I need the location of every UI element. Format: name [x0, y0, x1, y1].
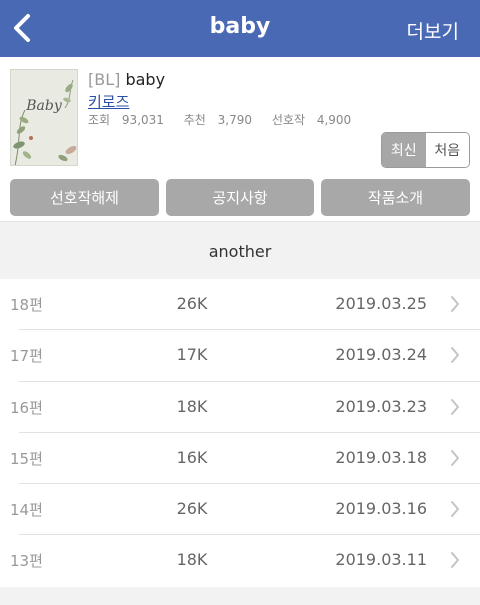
chevron-right-icon	[451, 501, 459, 518]
unfavorite-button[interactable]: 선호작해제	[10, 179, 159, 216]
episode-row[interactable]: 13편 18K 2019.03.11	[0, 535, 480, 586]
views-stat: 조회 93,031	[88, 113, 164, 127]
episode-row[interactable]: 16편 18K 2019.03.23	[0, 382, 480, 433]
book-title: baby	[125, 70, 166, 89]
episode-date: 2019.03.25	[335, 294, 427, 313]
episode-date: 2019.03.18	[335, 447, 427, 467]
episode-size: 17K	[176, 345, 208, 365]
episode-row[interactable]: 18편 26K 2019.03.25	[0, 279, 480, 331]
episode-date: 2019.03.23	[335, 396, 427, 416]
cover-title: Baby	[26, 98, 62, 114]
intro-button[interactable]: 작품소개	[321, 179, 470, 216]
episode-row[interactable]: 14편 26K 2019.03.16	[0, 484, 480, 536]
section-header: another	[0, 223, 480, 279]
chevron-right-icon	[451, 398, 459, 415]
episode-size: 18K	[176, 550, 208, 570]
episode-row[interactable]: 15편 16K 2019.03.18	[0, 433, 480, 485]
sort-latest-button[interactable]: 최신	[382, 133, 426, 167]
episode-number: 16편	[10, 398, 43, 417]
chevron-right-icon	[451, 449, 459, 466]
notice-button[interactable]: 공지사항	[166, 179, 314, 216]
more-button[interactable]: 더보기	[407, 17, 459, 44]
chevron-right-icon	[451, 296, 459, 312]
top-navigation-bar: baby 더보기	[0, 0, 480, 57]
sort-first-button[interactable]: 처음	[425, 133, 469, 167]
episode-date: 2019.03.11	[335, 550, 427, 570]
genre-tag: [BL]	[88, 70, 121, 89]
book-cover: Baby	[10, 69, 78, 166]
author-link[interactable]: 키로즈	[88, 91, 129, 112]
chevron-right-icon	[451, 552, 459, 569]
episode-list: 18편 26K 2019.03.25 17편 17K 2019.03.24 16…	[0, 279, 480, 587]
episode-size: 18K	[176, 396, 208, 416]
episode-date: 2019.03.24	[335, 345, 427, 365]
episode-number: 18편	[10, 296, 43, 314]
episode-number: 13편	[10, 552, 43, 571]
book-stats: 조회 93,031 추천 3,790 선호작 4,900	[88, 111, 367, 128]
episode-number: 14편	[10, 501, 43, 520]
episode-size: 26K	[176, 294, 208, 313]
episode-size: 16K	[176, 447, 208, 467]
episode-number: 15편	[10, 449, 43, 468]
episode-row[interactable]: 17편 17K 2019.03.24	[0, 330, 480, 382]
book-title-line: [BL] baby	[88, 70, 165, 89]
favorites-stat: 선호작 4,900	[271, 113, 352, 127]
sort-toggle: 최신 처음	[381, 132, 470, 168]
episode-date: 2019.03.16	[335, 499, 427, 519]
episode-number: 17편	[10, 347, 43, 366]
recommend-stat: 추천 3,790	[183, 113, 253, 127]
chevron-right-icon	[451, 347, 459, 364]
episode-size: 26K	[176, 499, 208, 519]
leaf-decoration-icon	[13, 79, 77, 165]
book-info-panel: Baby [BL] baby 키로즈 조회 93,031 추천 3,790 선호…	[0, 57, 480, 222]
